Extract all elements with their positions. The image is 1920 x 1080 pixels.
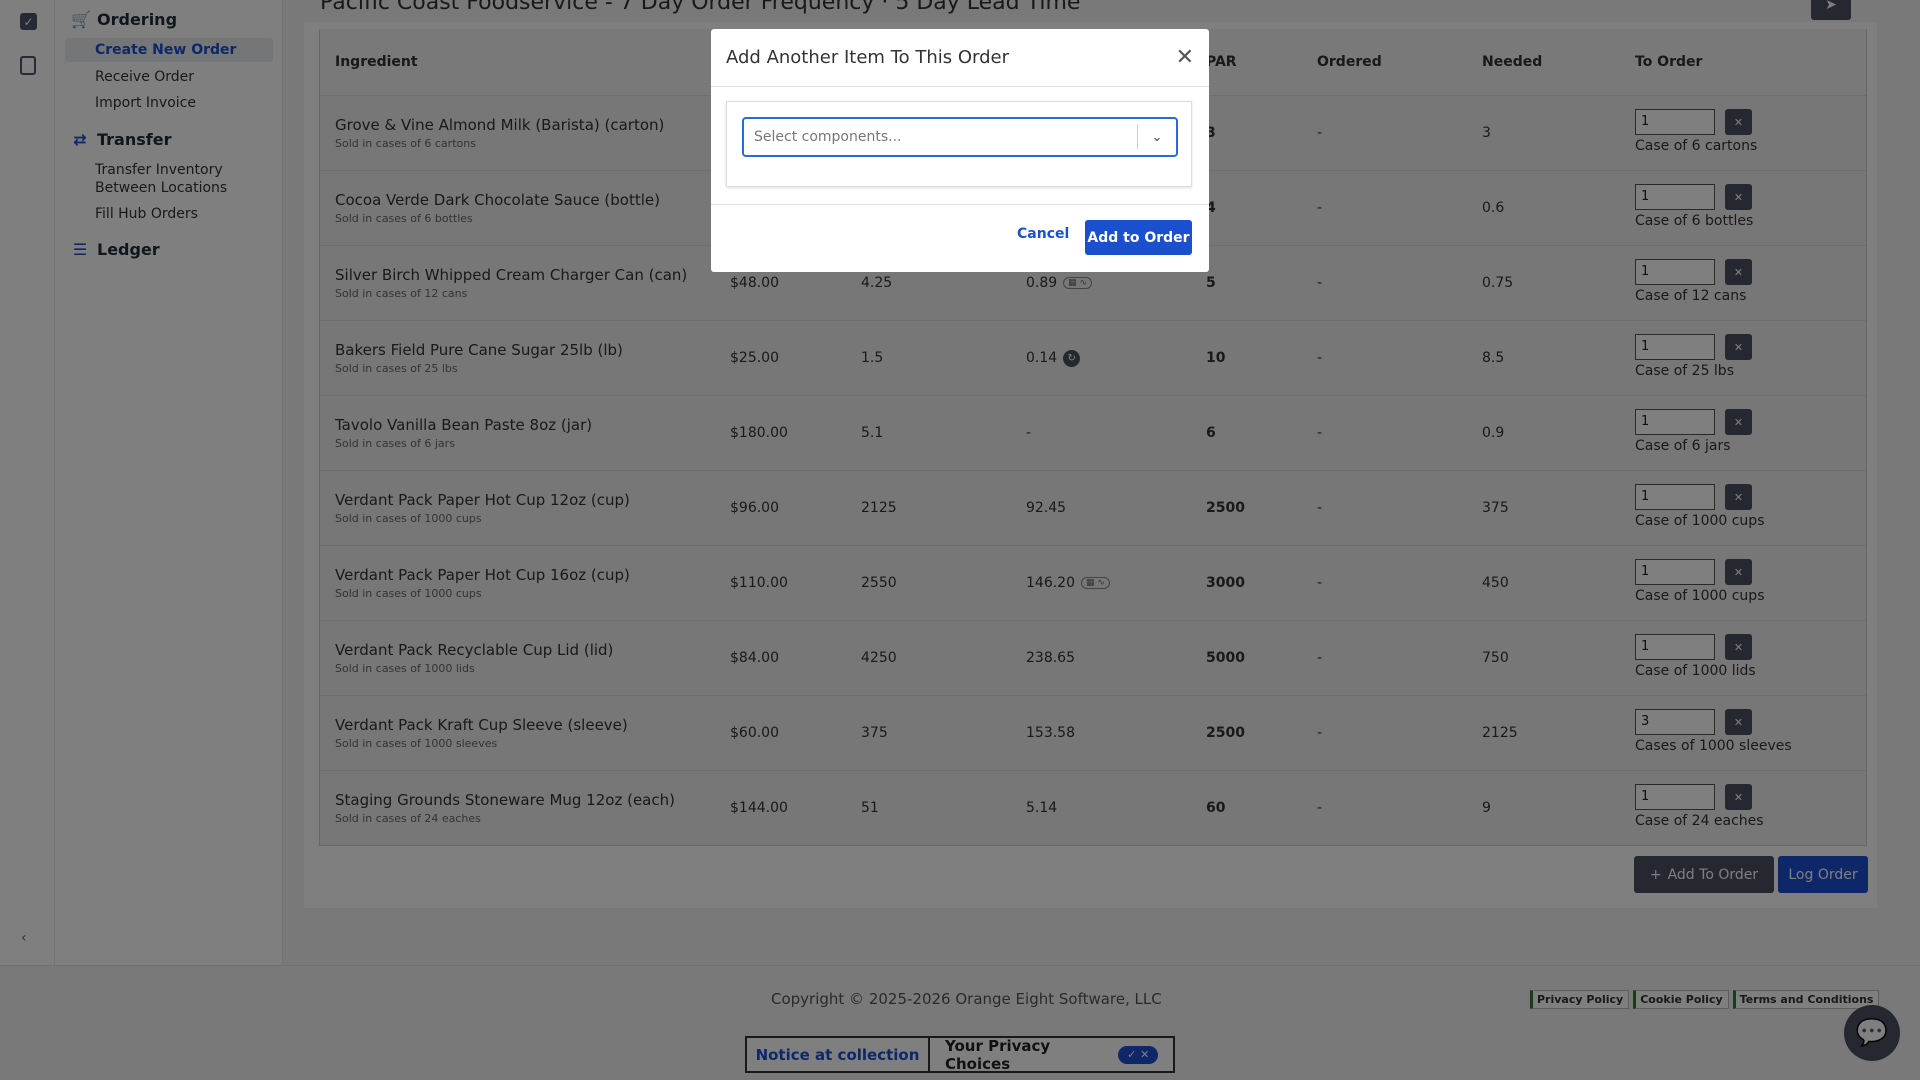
modal-footer: Cancel Add to Order	[711, 205, 1209, 272]
modal-body: Select components... ⌄	[711, 87, 1209, 205]
close-icon[interactable]: ✕	[1176, 45, 1194, 70]
modal-header: Add Another Item To This Order ✕	[711, 29, 1209, 87]
component-select[interactable]: Select components... ⌄	[742, 117, 1178, 157]
add-to-order-submit-button[interactable]: Add to Order	[1085, 220, 1192, 255]
cancel-button[interactable]: Cancel	[1017, 226, 1069, 242]
component-select-placeholder: Select components...	[754, 129, 902, 145]
modal-title: Add Another Item To This Order	[726, 47, 1009, 68]
add-item-modal: Add Another Item To This Order ✕ Select …	[711, 29, 1209, 272]
chevron-down-icon[interactable]: ⌄	[1138, 130, 1176, 145]
component-select-panel: Select components... ⌄	[726, 101, 1192, 187]
